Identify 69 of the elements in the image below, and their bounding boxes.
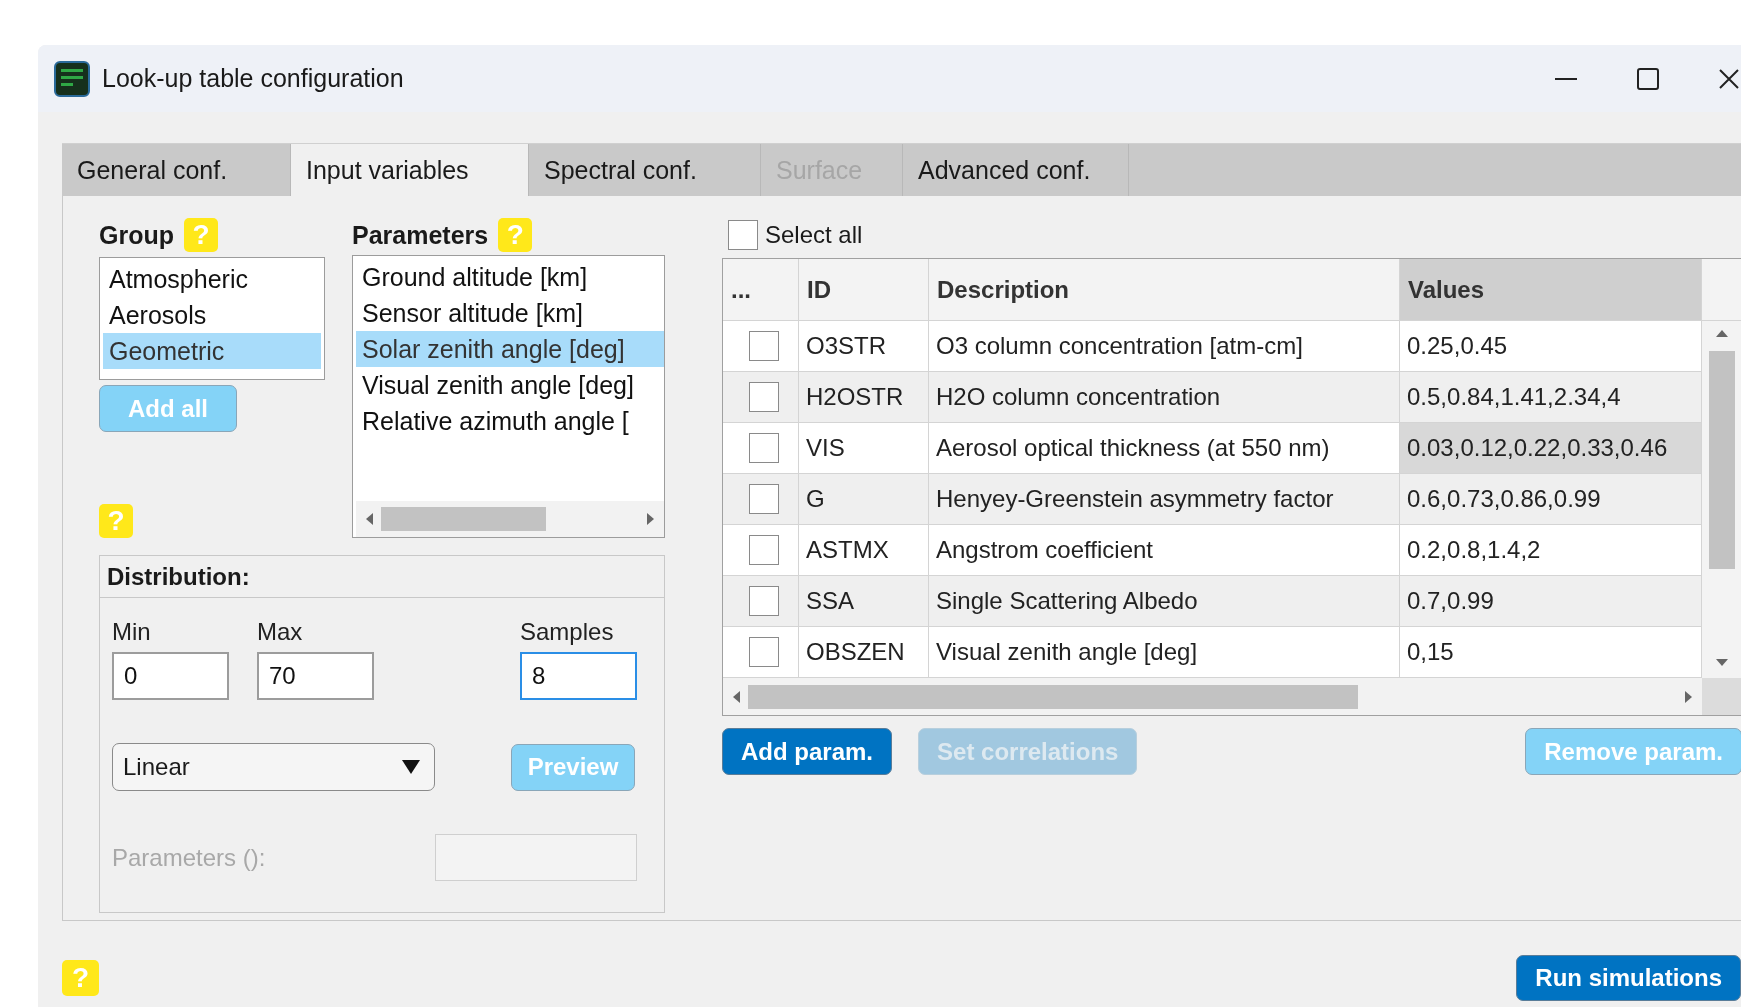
- tab[interactable]: Input variables: [291, 144, 529, 196]
- number-field[interactable]: 70: [257, 652, 374, 700]
- checkbox[interactable]: [749, 586, 779, 616]
- table-cell: OBSZEN: [799, 627, 929, 678]
- scroll-right-icon[interactable]: [1683, 688, 1694, 705]
- checkbox[interactable]: [749, 484, 779, 514]
- list-item[interactable]: Geometric: [103, 333, 321, 369]
- table-cell[interactable]: 0.03,0.12,0.22,0.33,0.46: [1400, 423, 1702, 474]
- list-item[interactable]: Solar zenith angle [deg]: [356, 331, 664, 367]
- table-cell[interactable]: 0.25,0.45: [1400, 321, 1702, 372]
- minimize-icon[interactable]: [1555, 77, 1577, 80]
- checkbox[interactable]: [749, 433, 779, 463]
- checkbox[interactable]: [749, 382, 779, 412]
- action-button[interactable]: Add param.: [722, 728, 893, 775]
- table-cell: ASTMX: [799, 525, 929, 576]
- number-field[interactable]: 0: [112, 652, 229, 700]
- select-all-label: Select all: [765, 221, 863, 249]
- table-cell: VIS: [799, 423, 929, 474]
- column-header[interactable]: ...: [723, 259, 799, 321]
- table-cell[interactable]: 0.5,0.84,1.41,2.34,4: [1400, 372, 1702, 423]
- number-field[interactable]: 8: [520, 652, 637, 700]
- column-header[interactable]: Values: [1400, 259, 1702, 321]
- table-cell: H2O column concentration: [929, 372, 1400, 423]
- list-item[interactable]: Aerosols: [103, 297, 321, 333]
- checkbox[interactable]: [749, 331, 779, 361]
- table-cell: Angstrom coefficient: [929, 525, 1400, 576]
- scrollbar-corner: [1702, 678, 1741, 715]
- checkbox[interactable]: [728, 220, 758, 250]
- max-label: Max: [257, 618, 304, 646]
- samples-label: Samples: [520, 618, 615, 646]
- list-item[interactable]: Atmospheric: [103, 261, 321, 297]
- table-cell: Aerosol optical thickness (at 550 nm): [929, 423, 1400, 474]
- table-cell: G: [799, 474, 929, 525]
- table-cell[interactable]: 0.7,0.99: [1400, 576, 1702, 627]
- checkbox[interactable]: [749, 535, 779, 565]
- parameters-label: Parameters ():: [112, 843, 266, 872]
- table-cell[interactable]: 0.2,0.8,1.4,2: [1400, 525, 1702, 576]
- horizontal-scrollbar[interactable]: [356, 501, 664, 537]
- table-cell[interactable]: 0,15: [1400, 627, 1702, 678]
- dropdown-caret-icon: [402, 760, 420, 774]
- table-cell: Single Scattering Albedo: [929, 576, 1400, 627]
- scroll-left-icon[interactable]: [364, 511, 375, 527]
- distribution-dropdown[interactable]: Linear: [112, 743, 435, 791]
- column-header[interactable]: ID: [799, 259, 929, 321]
- parameters-heading: Parameters: [352, 220, 489, 250]
- scroll-right-icon[interactable]: [645, 511, 656, 527]
- table-cell[interactable]: 0.6,0.73,0.86,0.99: [1400, 474, 1702, 525]
- run-simulations-button[interactable]: Run simulations: [1516, 955, 1741, 1001]
- maximize-icon[interactable]: [1637, 67, 1659, 90]
- table-cell: O3 column concentration [atm-cm]: [929, 321, 1400, 372]
- list-item[interactable]: Sensor altitude [km]: [356, 295, 664, 331]
- scroll-left-icon[interactable]: [731, 688, 742, 705]
- table-cell: Henyey-Greenstein asymmetry factor: [929, 474, 1400, 525]
- checkbox[interactable]: [749, 637, 779, 667]
- close-icon[interactable]: [1719, 68, 1739, 89]
- min-label: Min: [112, 618, 152, 646]
- window-title: Look-up table configuration: [102, 64, 404, 93]
- app-icon: [54, 60, 90, 97]
- column-header[interactable]: Description: [929, 259, 1400, 321]
- parameters-field[interactable]: [435, 834, 637, 881]
- list-item[interactable]: Ground altitude [km]: [356, 259, 664, 295]
- list-item[interactable]: Visual zenith angle [deg]: [356, 367, 664, 403]
- table-cell: O3STR: [799, 321, 929, 372]
- group-heading: Group: [99, 220, 174, 250]
- table-cell: Visual zenith angle [deg]: [929, 627, 1400, 678]
- table-cell: SSA: [799, 576, 929, 627]
- distribution-heading: Distribution:: [107, 562, 250, 591]
- list-item[interactable]: Relative azimuth angle [: [356, 403, 664, 439]
- table-cell: H2OSTR: [799, 372, 929, 423]
